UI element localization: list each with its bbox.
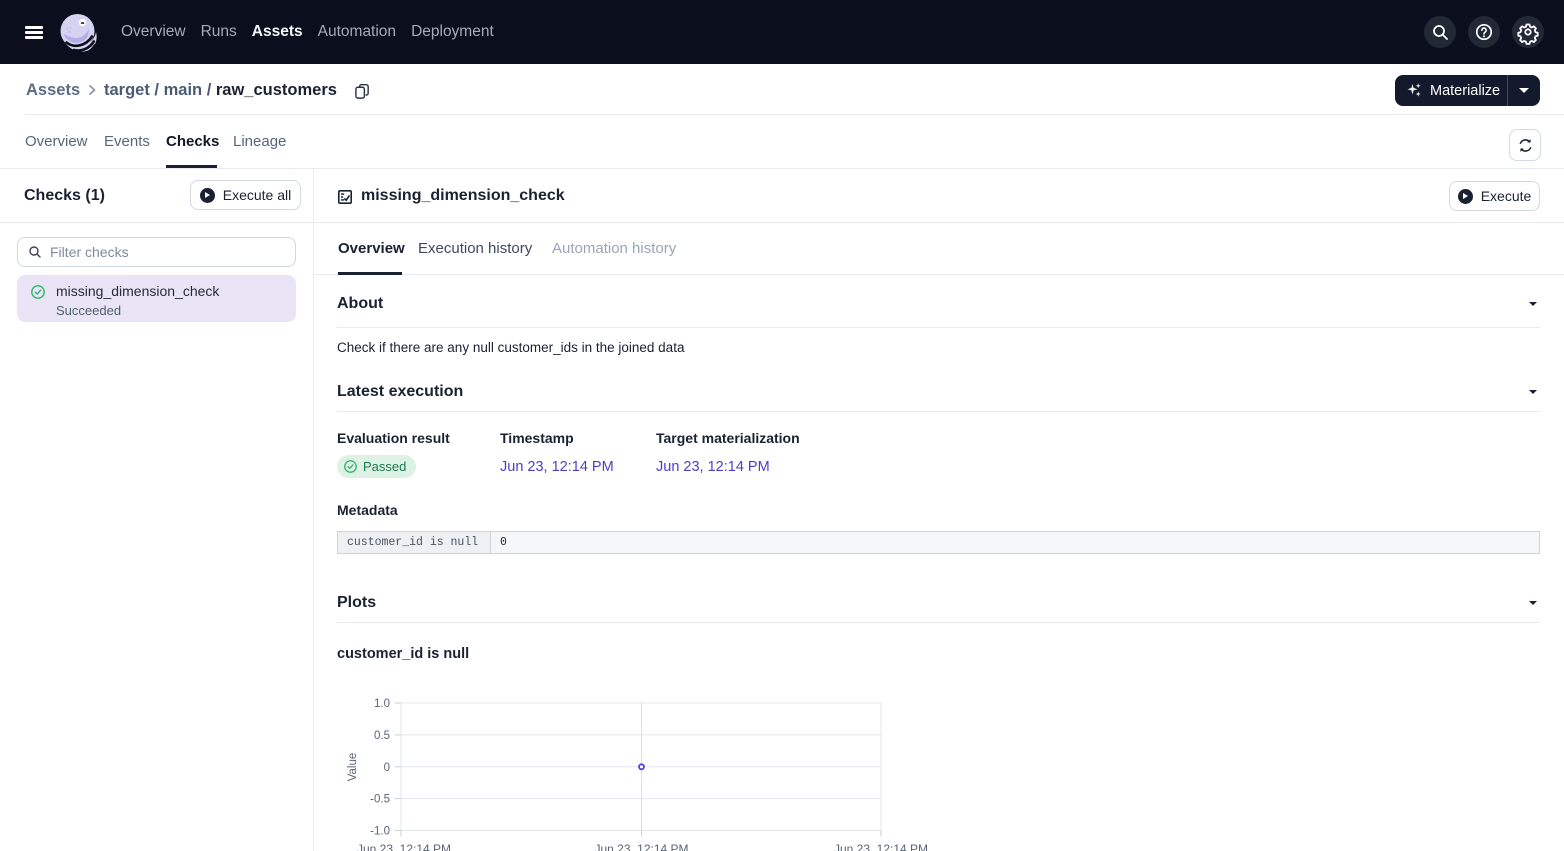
svg-text:0: 0 (384, 762, 390, 774)
svg-text:0.5: 0.5 (374, 730, 390, 742)
svg-text:Jun 23, 12:14 PM: Jun 23, 12:14 PM (357, 842, 451, 851)
svg-text:-0.5: -0.5 (370, 794, 390, 806)
svg-text:Value: Value (347, 753, 359, 782)
svg-text:-1.0: -1.0 (370, 826, 390, 838)
svg-text:Jun 23, 12:14 PM: Jun 23, 12:14 PM (834, 842, 928, 851)
svg-text:1.0: 1.0 (374, 698, 390, 710)
svg-text:Jun 23, 12:14 PM: Jun 23, 12:14 PM (594, 842, 688, 851)
